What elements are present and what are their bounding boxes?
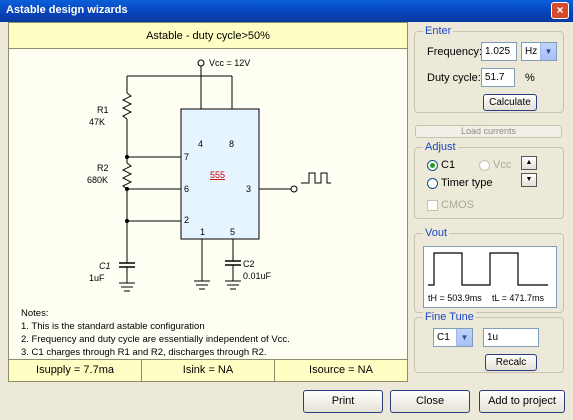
timer-type-label: Timer type	[441, 177, 493, 189]
vout-waveform: tH = 503.9ms tL = 471.7ms	[423, 246, 557, 308]
resistor-r2	[121, 162, 133, 190]
pin-8: 8	[229, 139, 234, 149]
isupply-readout: Isupply = 7.7ma	[9, 360, 142, 381]
increase-button[interactable]: ▲	[521, 156, 537, 170]
print-button[interactable]: Print	[303, 390, 383, 413]
output-waveform-icon	[301, 172, 331, 184]
isource-readout: Isource = NA	[309, 364, 373, 376]
add-to-project-button[interactable]: Add to project	[479, 390, 565, 413]
duty-cycle-unit: %	[525, 72, 535, 84]
vcc-label: Vcc = 12V	[209, 58, 250, 68]
calculate-button[interactable]: Calculate	[483, 94, 537, 111]
recalc-button[interactable]: Recalc	[485, 354, 537, 371]
note-line-3: 3. C1 charges through R1 and R2, dischar…	[21, 347, 267, 358]
ic-label: 555	[210, 170, 225, 180]
note-line-2: 2. Frequency and duty cycle are essentia…	[21, 334, 290, 345]
vcc-radio[interactable]	[479, 160, 490, 171]
timer-type-radio[interactable]	[427, 178, 438, 189]
notes-block: Notes: 1. This is the standard astable c…	[21, 307, 290, 359]
c1-value: 1uF	[89, 273, 105, 283]
component-select[interactable]: C1 ▼	[433, 328, 473, 347]
square-wave-trace	[428, 252, 548, 286]
chevron-down-icon: ▼	[540, 43, 556, 60]
pin-4: 4	[198, 139, 203, 149]
fine-tune-value-input[interactable]: 1u	[483, 328, 539, 347]
pin-7: 7	[184, 152, 189, 162]
current-summary-bar: Isupply = 7.7ma Isink = NA Isource = NA	[9, 359, 407, 381]
duty-cycle-input[interactable]: 51.7	[481, 68, 515, 87]
enter-group: Enter Frequency: 1.025 Hz ▼ Duty cycle: …	[414, 25, 564, 113]
adjust-legend: Adjust	[423, 141, 458, 153]
frequency-unit-value: Hz	[525, 46, 538, 57]
window-title: Astable design wizards	[6, 4, 128, 16]
c1-radio-label: C1	[441, 159, 456, 171]
close-button[interactable]: Close	[390, 390, 470, 413]
fine-tune-legend: Fine Tune	[423, 311, 476, 323]
resistor-r1	[121, 92, 133, 120]
circuit-header: Astable - duty cycle>50%	[9, 23, 407, 49]
vout-group: Vout tH = 503.9ms tL = 471.7ms	[414, 227, 564, 313]
decrease-button[interactable]: ▼	[521, 173, 537, 187]
pin-1: 1	[200, 227, 205, 237]
dialog-client: Astable - duty cycle>50% Vcc = 12V R1 47…	[2, 22, 571, 418]
frequency-label: Frequency:	[427, 46, 483, 58]
th-readout: tH = 503.9ms	[428, 293, 482, 303]
tl-readout: tL = 471.7ms	[492, 293, 544, 303]
c2-label: C2	[243, 259, 255, 269]
vout-legend: Vout	[423, 227, 450, 239]
r1-label: R1	[97, 105, 109, 115]
vcc-node	[197, 59, 205, 67]
r1-value: 47K	[89, 117, 105, 127]
schematic-panel: Astable - duty cycle>50% Vcc = 12V R1 47…	[8, 22, 408, 382]
schematic-diagram: Vcc = 12V R1 47K R2 680K C1 1uF 555 4 8 …	[87, 58, 331, 292]
c1-radio[interactable]	[427, 160, 438, 171]
title-bar: Astable design wizards ×	[0, 0, 573, 22]
frequency-input[interactable]: 1.025	[481, 42, 517, 61]
note-line-1: 1. This is the standard astable configur…	[21, 321, 205, 332]
frequency-unit-select[interactable]: Hz ▼	[521, 42, 557, 61]
c2-value: 0.01uF	[243, 271, 272, 281]
load-currents-button[interactable]: Load currents	[415, 125, 562, 138]
r2-value: 680K	[87, 175, 108, 185]
pin-3: 3	[246, 184, 251, 194]
cmos-checkbox[interactable]	[427, 200, 438, 211]
pin-2: 2	[184, 215, 189, 225]
cmos-label: CMOS	[441, 199, 474, 211]
enter-legend: Enter	[423, 25, 454, 37]
duty-cycle-label: Duty cycle:	[427, 72, 481, 84]
pin-6: 6	[184, 184, 189, 194]
isink-readout: Isink = NA	[142, 360, 275, 381]
notes-title: Notes:	[21, 308, 49, 319]
output-node	[290, 185, 298, 193]
r2-label: R2	[97, 163, 109, 173]
fine-tune-group: Fine Tune C1 ▼ 1u Recalc	[414, 311, 564, 373]
close-window-button[interactable]: ×	[551, 2, 569, 19]
vcc-radio-label: Vcc	[493, 159, 512, 171]
adjust-group: Adjust C1 Vcc Timer type ▲ ▼ CMOS	[414, 141, 564, 219]
chevron-down-icon: ▼	[456, 329, 472, 346]
pin-5: 5	[230, 227, 235, 237]
c1-label: C1	[99, 261, 111, 271]
component-select-value: C1	[437, 332, 450, 343]
